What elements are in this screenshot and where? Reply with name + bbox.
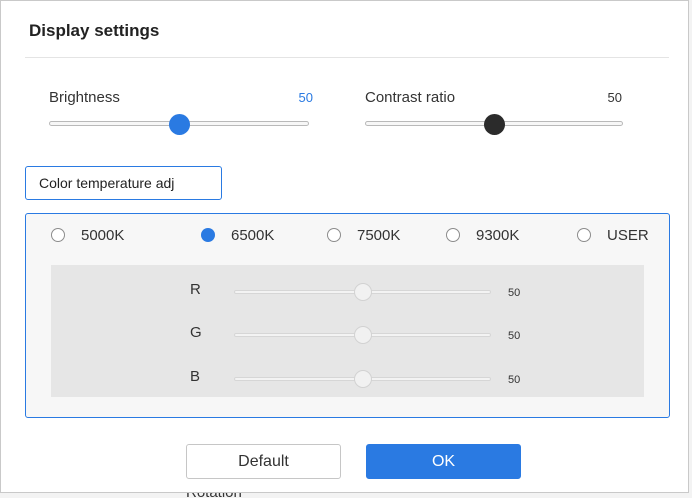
brightness-value: 50	[298, 90, 313, 105]
radio-label: 7500K	[357, 226, 401, 244]
g-slider-handle	[353, 326, 372, 344]
color-temperature-panel: 5000K 6500K 7500K 9300K USER R 50 G 50 B…	[25, 213, 670, 418]
b-value: 50	[508, 374, 521, 386]
radio-label: 5000K	[81, 226, 125, 244]
b-slider-handle	[353, 370, 372, 388]
color-temperature-dropdown[interactable]: Color temperature adj	[25, 166, 222, 200]
r-value: 50	[508, 287, 521, 299]
contrast-label: Contrast ratio	[365, 89, 456, 106]
rgb-label-r: R	[190, 281, 201, 298]
radio-7500k[interactable]: 7500K	[327, 224, 400, 246]
radio-6500k[interactable]: 6500K	[201, 224, 274, 246]
radio-user[interactable]: USER	[577, 224, 649, 246]
contrast-value: 50	[607, 90, 622, 105]
radio-9300k[interactable]: 9300K	[446, 224, 519, 246]
r-slider-handle	[353, 283, 372, 301]
ok-button[interactable]: OK	[366, 444, 521, 479]
rgb-label-g: G	[190, 324, 202, 341]
radio-label: USER	[607, 226, 649, 244]
radio-label: 6500K	[231, 226, 275, 244]
radio-circle	[327, 228, 341, 242]
default-button[interactable]: Default	[186, 444, 341, 479]
g-value: 50	[508, 330, 521, 342]
radio-circle	[577, 228, 591, 242]
radio-label: 9300K	[476, 226, 520, 244]
radio-circle	[446, 228, 460, 242]
dialog-title: Display settings	[29, 21, 160, 40]
rgb-adjust-area: R 50 G 50 B 50	[51, 265, 644, 397]
brightness-slider-handle[interactable]	[168, 114, 190, 135]
radio-circle	[51, 228, 65, 242]
radio-5000k[interactable]: 5000K	[51, 224, 124, 246]
title-divider	[25, 57, 669, 58]
contrast-slider-handle[interactable]	[483, 114, 505, 135]
rgb-label-b: B	[190, 368, 201, 385]
display-settings-dialog: Display settings Brightness 50 Contrast …	[0, 0, 689, 493]
radio-circle	[201, 228, 215, 242]
brightness-label: Brightness	[49, 89, 120, 106]
